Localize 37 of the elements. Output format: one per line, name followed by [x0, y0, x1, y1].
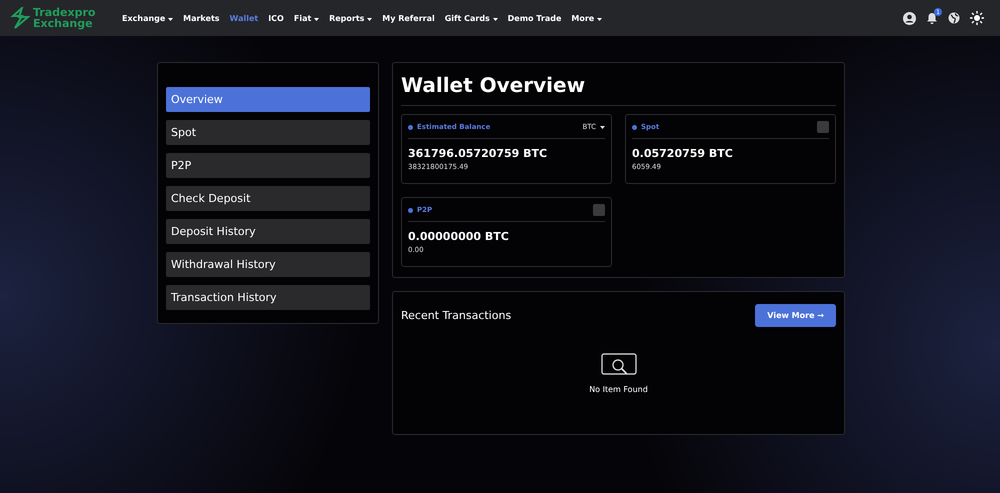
balance-amount: 0.00000000 BTC [408, 230, 510, 243]
nav-link[interactable]: My Referral [382, 14, 435, 22]
nav-link[interactable]: Fiat [294, 14, 320, 22]
bell-icon[interactable] [926, 12, 938, 24]
sidebar-item[interactable]: Check Deposit [166, 186, 370, 211]
balance-amount: 0.05720759 BTC [632, 147, 734, 160]
nav-link[interactable]: Reports [329, 14, 372, 22]
brand-name: Exchange [33, 18, 93, 29]
sidebar-item[interactable]: Overview [166, 87, 370, 112]
nav-link[interactable]: Wallet [230, 14, 258, 22]
section-title: Recent Transactions [401, 309, 512, 322]
sidebar-item[interactable]: Transaction History [166, 285, 370, 310]
nav-link[interactable]: More [571, 14, 602, 22]
sidebar-item[interactable]: Deposit History [166, 219, 370, 244]
sidebar-item[interactable]: Withdrawal History [166, 252, 370, 277]
sun-icon[interactable] [970, 11, 984, 25]
nav-link[interactable]: Markets [183, 14, 220, 22]
dot-icon [632, 124, 637, 130]
page-title: Wallet Overview [401, 73, 836, 106]
view-more-button[interactable]: View More → [755, 304, 836, 327]
nav-link[interactable]: Gift Cards [444, 14, 498, 22]
balance-amount: 361796.05720759 BTC [408, 147, 548, 160]
nav-link[interactable]: Exchange [122, 14, 174, 22]
caret-icon [600, 126, 605, 128]
dot-icon [408, 124, 413, 130]
nav-link[interactable]: ICO [268, 14, 284, 22]
logo-icon [10, 7, 30, 29]
brand-name: Tradexpro [33, 7, 96, 18]
toggle-button[interactable] [817, 121, 829, 133]
user-icon[interactable] [903, 12, 916, 24]
globe-icon[interactable] [948, 12, 960, 24]
sidebar-item[interactable]: P2P [166, 153, 370, 178]
sidebar-item[interactable]: Spot [166, 120, 370, 145]
toggle-button[interactable] [593, 204, 605, 216]
nav-link[interactable]: Demo Trade [508, 14, 562, 22]
dot-icon [408, 208, 413, 212]
empty-message: No Item Found [589, 385, 648, 394]
